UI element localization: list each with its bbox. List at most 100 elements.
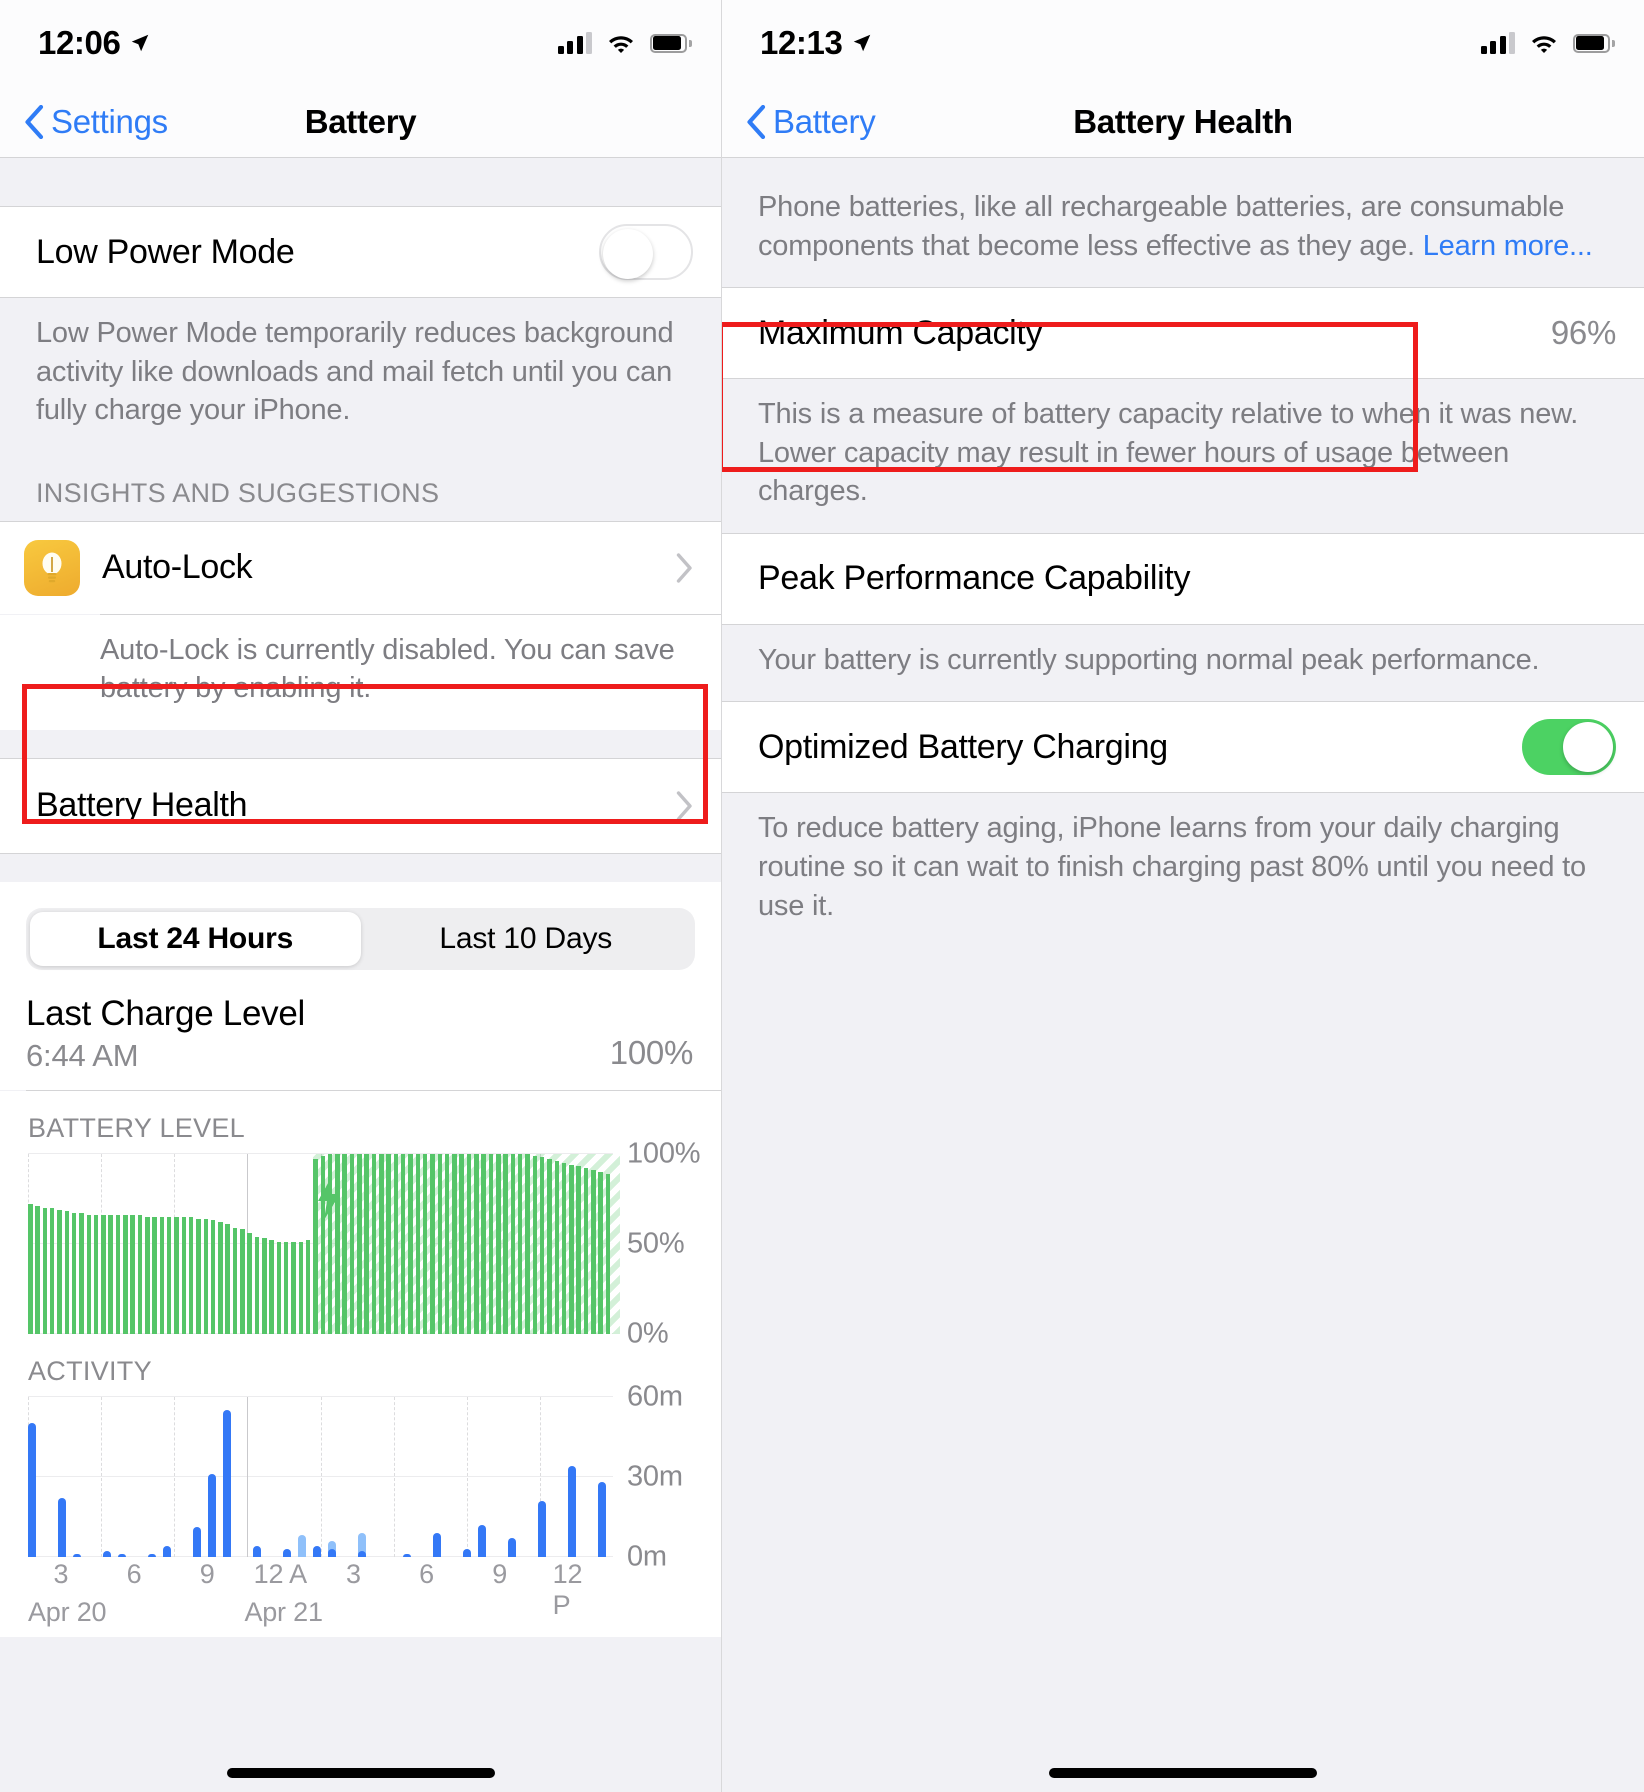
location-arrow-icon [132,34,149,52]
time-range-segmented-control[interactable]: Last 24 Hours Last 10 Days [26,907,695,970]
maximum-capacity-row[interactable]: Maximum Capacity 96% [722,287,1644,380]
status-bar-right-group [557,32,692,54]
home-indicator [1049,1768,1317,1778]
battery-level-bar [247,1233,252,1334]
segment-last-24-hours[interactable]: Last 24 Hours [30,911,361,966]
activity-bar [598,1482,607,1557]
battery-level-bar [481,1153,486,1334]
battery-icon [1573,33,1615,53]
time-range-segmented-wrap: Last 24 Hours Last 10 Days [0,881,721,980]
optimized-charging-toggle[interactable] [1522,719,1616,776]
insight-row-auto-lock[interactable]: Auto-Lock [0,520,721,614]
battery-level-bar [605,1173,611,1334]
chart-y-tick-label: 100% [627,1137,701,1170]
battery-level-bar [459,1153,464,1334]
status-bar-left-group: 12:13 [760,24,873,62]
battery-level-bar [379,1153,384,1334]
battery-level-bar [371,1153,377,1334]
activity-x-tick-label: 12 A [253,1558,307,1589]
battery-level-bar [152,1216,157,1334]
activity-x-tick-label: 6 [419,1558,434,1589]
insight-label-auto-lock: Auto-Lock [102,548,253,587]
battery-level-bar [298,1242,304,1334]
battery-level-bar [503,1153,508,1334]
activity-bar [28,1423,37,1557]
battery-level-chart-section: BATTERY LEVEL 0% 50% 100% [0,1090,721,1349]
activity-bar [313,1546,322,1557]
status-bar-left-group: 12:06 [38,24,151,62]
activity-x-tick-label: 3 [53,1558,69,1589]
segment-last-10-days[interactable]: Last 10 Days [361,912,692,966]
optimized-charging-row[interactable]: Optimized Battery Charging [722,701,1644,794]
battery-health-intro: Phone batteries, like all rechargeable b… [722,158,1644,287]
cellular-signal-icon [557,32,592,54]
battery-level-bar [430,1153,435,1334]
battery-level-bar [35,1206,40,1334]
battery-level-bar [240,1229,245,1334]
status-time: 12:06 [38,24,121,61]
battery-level-bar [218,1222,223,1334]
optimized-charging-label: Optimized Battery Charging [758,727,1168,766]
activity-bars [28,1397,613,1557]
nav-bar-right: Battery Battery Health [722,86,1644,158]
battery-level-bar [496,1153,501,1334]
battery-level-bar [86,1215,92,1334]
battery-level-bar [188,1216,194,1334]
activity-bar [58,1498,67,1557]
battery-level-bar [583,1168,589,1334]
battery-level-bar [42,1207,48,1334]
activity-x-date-labels: Apr 20 Apr 21 [28,1597,613,1637]
learn-more-link[interactable]: Learn more... [1423,230,1593,262]
battery-level-chart-row: 0% 50% 100% [0,1137,721,1349]
battery-level-bar [57,1209,62,1334]
battery-level-bar [283,1242,289,1334]
insights-section-header: INSIGHTS AND SUGGESTIONS [36,477,440,508]
battery-level-bar [539,1157,545,1334]
battery-level-bar [466,1153,472,1334]
battery-level-bar [137,1215,143,1334]
top-spacer [0,158,721,206]
activity-bar [223,1410,232,1557]
activity-bar [298,1535,307,1557]
activity-y-axis: 0m 30m 60m [613,1380,721,1572]
chevron-right-icon [676,552,692,583]
battery-level-bar [196,1218,201,1334]
low-power-mode-toggle[interactable] [599,224,693,280]
battery-level-bar [598,1171,603,1334]
low-power-mode-row[interactable]: Low Power Mode [0,206,721,298]
nav-bar-left: Settings Battery [0,86,721,158]
lightbulb-icon [24,539,80,596]
battery-level-bar [115,1215,121,1334]
battery-level-bar [276,1242,282,1334]
battery-level-bar [305,1240,311,1334]
activity-x-tick-label: 9 [199,1558,215,1589]
back-button-battery[interactable]: Battery [722,102,876,141]
battery-level-bar [554,1161,560,1334]
battery-level-bar [225,1224,230,1334]
activity-x-tick-label: 6 [126,1558,142,1589]
maximum-capacity-label: Maximum Capacity [758,313,1043,352]
battery-level-bar [422,1153,428,1334]
battery-level-bar [591,1170,596,1334]
insights-bottom-spacer [0,730,721,758]
battery-health-label: Battery Health [36,786,248,825]
battery-level-bar [400,1153,406,1334]
battery-level-bar [49,1207,55,1334]
activity-bar [208,1474,217,1557]
battery-level-bar [364,1153,369,1334]
location-arrow-icon [854,34,871,52]
battery-level-bar [101,1215,106,1334]
back-button-settings[interactable]: Settings [0,103,168,141]
battery-health-row[interactable]: Battery Health [0,757,721,854]
activity-x-tick-label: 9 [492,1558,508,1589]
battery-level-bar [71,1213,77,1334]
battery-level-bar [437,1153,443,1334]
last-charge-text: Last Charge Level 6:44 AM [26,994,610,1074]
status-bar-left: 12:06 [0,0,721,86]
activity-x-axis-row: 3 6 9 12 A 3 6 9 12 P Apr 20 Apr 21 [0,1557,721,1637]
back-button-label: Battery [773,102,876,140]
battery-level-bar [517,1153,523,1334]
battery-level-bar [386,1153,391,1334]
battery-level-bar [123,1215,128,1334]
maximum-capacity-footnote: This is a measure of battery capacity re… [758,398,1579,508]
